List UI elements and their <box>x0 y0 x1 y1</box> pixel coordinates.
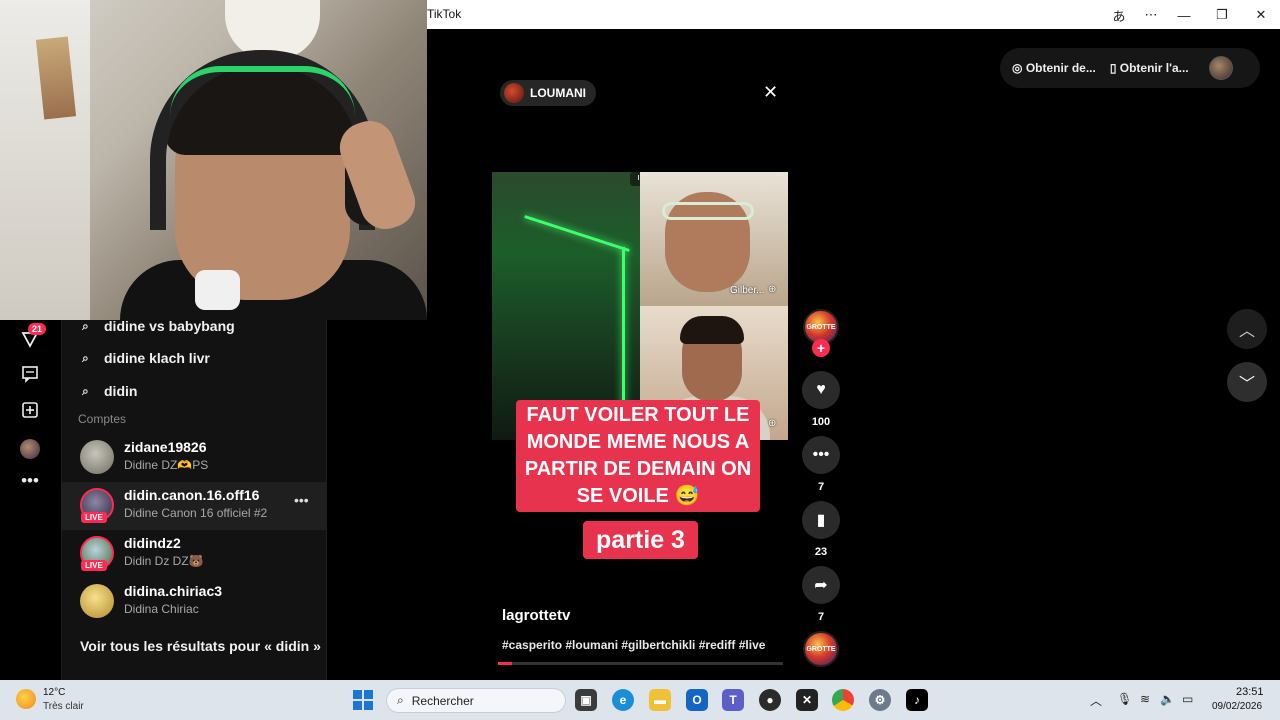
close-icon[interactable]: ✕ <box>1247 4 1275 26</box>
window-title: TikTok <box>427 7 462 21</box>
more-icon[interactable]: ••• <box>18 469 42 493</box>
obs-icon[interactable]: ● <box>759 689 781 711</box>
teams-icon[interactable]: T <box>722 689 744 711</box>
close-icon[interactable]: ✕ <box>763 82 778 103</box>
tiktok-icon[interactable]: ♪ <box>906 689 928 711</box>
get-app-button[interactable]: ▯ Obtenir l'a... <box>1110 61 1189 75</box>
avatar <box>504 83 524 103</box>
battery-icon[interactable]: ▭ <box>1182 692 1193 706</box>
search-icon: ⌕ <box>82 350 89 365</box>
minimize-icon[interactable]: — <box>1170 4 1198 26</box>
messages-icon[interactable] <box>18 362 42 386</box>
windows-taskbar: 12°C Très clair ⌕ Rechercher ▣ e ▬ O T ●… <box>0 680 1280 720</box>
start-button[interactable] <box>353 690 373 710</box>
live-badge: LIVE <box>81 560 107 571</box>
avatar <box>80 440 114 474</box>
file-explorer-icon[interactable]: ▬ <box>649 689 671 711</box>
add-guest-icon[interactable]: ⊕ <box>768 418 776 429</box>
settings-icon[interactable]: ⚙ <box>869 689 891 711</box>
taskbar-search[interactable]: ⌕ Rechercher <box>386 688 566 713</box>
video-hashtags[interactable]: #casperito #loumani #gilbertchikli #redi… <box>502 638 765 652</box>
account-item[interactable]: zidane19826 Didine DZ🫶PS <box>61 434 327 482</box>
weather-condition: Très clair <box>43 701 84 712</box>
profile-icon[interactable] <box>18 437 42 461</box>
comment-count: 7 <box>817 481 825 493</box>
video-caption-part: partie 3 <box>583 521 698 559</box>
add-guest-icon[interactable]: ⊕ <box>768 284 776 295</box>
capcut-icon[interactable]: ✕ <box>796 689 818 711</box>
search-suggestion[interactable]: ⌕ didin <box>82 383 137 399</box>
tray-overflow-icon[interactable]: ︿ <box>1090 692 1102 709</box>
next-video-button[interactable]: ﹀ <box>1227 362 1267 402</box>
search-icon: ⌕ <box>82 383 89 398</box>
save-count: 23 <box>814 546 828 558</box>
inbox-badge: 21 <box>28 323 47 335</box>
search-icon: ⌕ <box>397 693 404 707</box>
previous-video-button[interactable]: ︿ <box>1227 309 1267 349</box>
progress-fill <box>498 662 513 665</box>
see-all-results-link[interactable]: Voir tous les résultats pour « didin » <box>80 638 321 654</box>
more-icon[interactable]: ⋯ <box>1137 4 1165 26</box>
get-coins-button[interactable]: ◎ Obtenir de... <box>1012 61 1096 75</box>
share-button[interactable]: ➦ <box>802 566 840 604</box>
share-icon: ➦ <box>814 577 828 594</box>
weather-temperature: 12°C <box>43 687 66 698</box>
volume-icon[interactable]: 🔈 <box>1160 692 1175 706</box>
heart-icon: ♥ <box>816 381 826 398</box>
video-caption: FAUT VOILER TOUT LE MONDE MEME NOUS A PA… <box>516 400 760 512</box>
like-count: 100 <box>811 416 831 428</box>
comment-icon: ••• <box>812 446 830 463</box>
task-view-icon[interactable]: ▣ <box>575 689 597 711</box>
account-item[interactable]: LIVE didin.canon.16.off16 Didine Canon 1… <box>61 482 327 530</box>
sound-disc-icon[interactable]: GROTTE <box>803 631 839 667</box>
restore-icon[interactable]: ❐ <box>1208 4 1236 26</box>
translate-icon[interactable]: あ <box>1105 4 1133 26</box>
more-icon[interactable]: ••• <box>294 492 309 508</box>
account-item[interactable]: LIVE didindz2 Didin Dz DZ🐻 <box>61 530 327 578</box>
upload-icon[interactable] <box>18 398 42 422</box>
comment-button[interactable]: ••• <box>802 436 840 474</box>
wifi-icon[interactable]: ≋ <box>1140 692 1150 706</box>
account-item[interactable]: didina.chiriac3 Didina Chiriac <box>61 578 327 626</box>
like-button[interactable]: ♥ <box>802 371 840 409</box>
video-progress-bar[interactable] <box>498 662 783 665</box>
edge-icon[interactable]: e <box>612 689 634 711</box>
top-actions-bar: ◎ Obtenir de... ▯ Obtenir l'a... <box>1000 48 1260 88</box>
avatar <box>80 584 114 618</box>
video-tile-guest-1: Gilber... ⊕ <box>640 172 788 306</box>
chrome-icon[interactable] <box>832 689 854 711</box>
follow-plus-icon[interactable]: + <box>812 339 830 357</box>
weather-icon[interactable] <box>16 689 36 709</box>
video-author-username[interactable]: lagrottetv <box>502 607 570 624</box>
outlook-icon[interactable]: O <box>686 689 708 711</box>
search-icon: ⌕ <box>82 318 89 333</box>
accounts-heading: Comptes <box>78 412 127 426</box>
chevron-down-icon: ﹀ <box>1238 376 1255 393</box>
clock-time[interactable]: 23:51 <box>1236 686 1264 698</box>
avatar[interactable] <box>1208 56 1233 80</box>
share-count: 7 <box>817 611 825 623</box>
live-badge: LIVE <box>81 512 107 523</box>
microphone-icon[interactable]: 🎙 <box>1117 692 1132 706</box>
chevron-up-icon: ︿ <box>1238 323 1255 340</box>
bookmark-icon: ▮ <box>816 512 826 529</box>
search-suggestion[interactable]: ⌕ didine klach livr <box>82 350 210 366</box>
search-suggestion[interactable]: ⌕ didine vs babybang <box>82 318 235 334</box>
live-creator-pill[interactable]: LOUMANI <box>500 80 596 106</box>
guest-name-tag: Gilber... <box>730 285 765 296</box>
webcam-overlay <box>0 0 427 320</box>
save-button[interactable]: ▮ <box>802 501 840 539</box>
clock-date[interactable]: 09/02/2026 <box>1212 701 1262 712</box>
